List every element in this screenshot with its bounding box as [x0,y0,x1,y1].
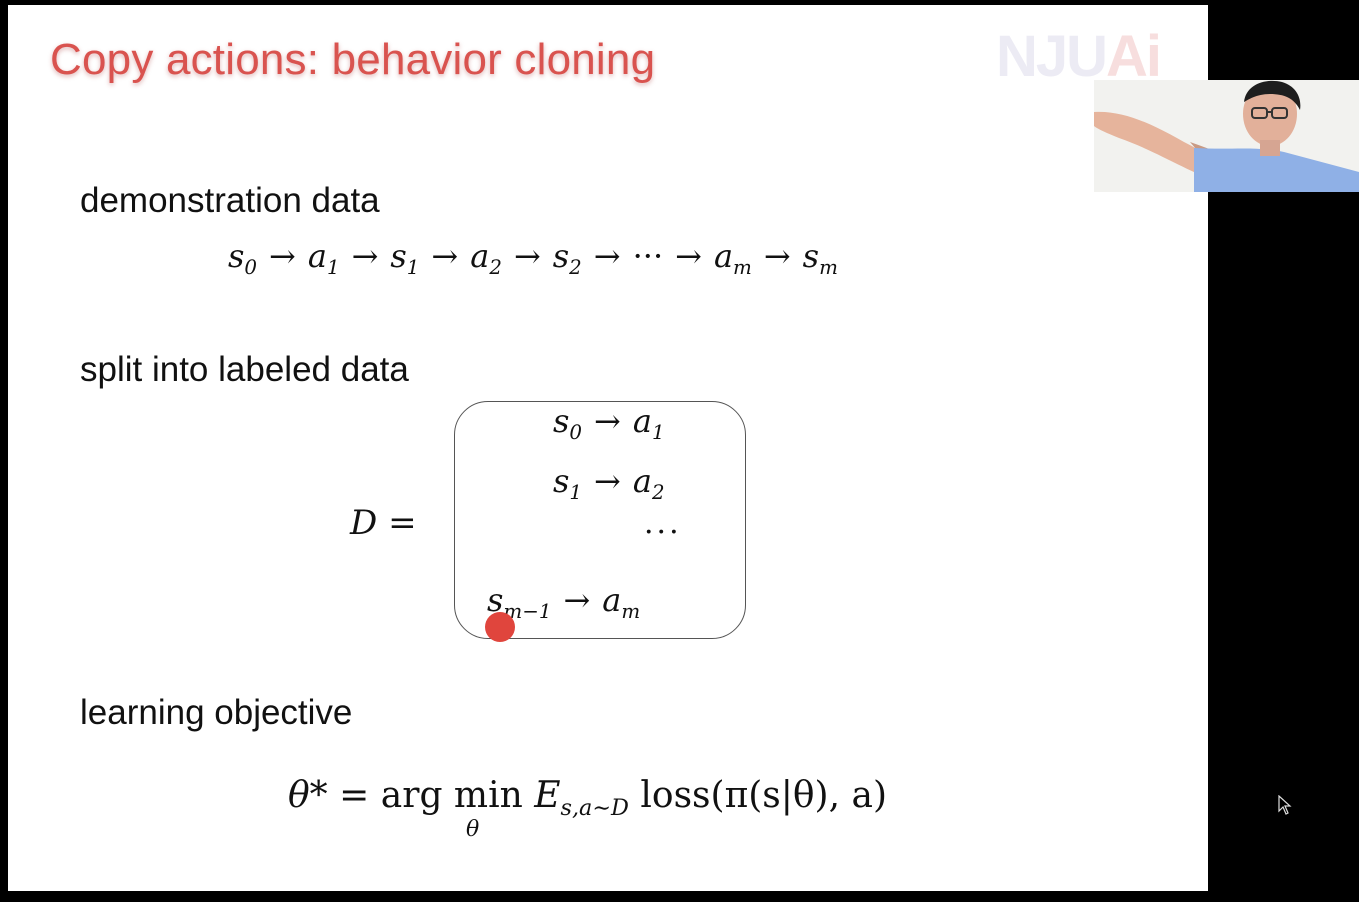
chain-term: s2 [552,237,582,279]
demonstration-heading: demonstration data [80,181,380,220]
arrow-right-icon: → [269,237,296,275]
arrow-right-icon: → [563,581,591,619]
demonstration-chain: s0 → a1 → s1 → a2 → s2 → ··· → am → sm [228,237,838,279]
objective-argmin: arg min [380,775,523,816]
logo-text: NJU [996,24,1108,89]
arrow-right-icon: → [594,462,621,500]
webcam-video [1094,80,1359,192]
slide: Copy actions: behavior cloning NJUAi dem… [8,5,1208,891]
objective-eq: = [339,775,370,816]
dataset-ellipsis: ··· [644,515,682,550]
chain-term: a2 [470,237,502,279]
dataset-pair: s1 → a2 [553,462,665,504]
objective-heading: learning objective [80,693,353,732]
objective-expectation-subscript: s,a∼D [560,794,629,821]
chain-term: s0 [228,237,258,279]
chain-term: sm [802,237,838,279]
objective-argmin-subscript: θ [466,817,480,842]
dataset-label: D = [350,503,417,543]
chain-term: s1 [390,237,420,279]
arrow-right-icon: → [594,402,621,440]
objective-expectation: E [534,775,561,816]
laser-pointer-icon [485,612,515,642]
arrow-right-icon: → [763,237,791,275]
split-heading: split into labeled data [80,350,409,389]
chain-ellipsis: ··· [632,237,664,275]
objective-lhs: θ* [288,775,328,816]
dataset-pair: s0 → a1 [553,402,665,444]
arrow-right-icon: → [431,237,459,275]
arrow-right-icon: → [593,237,621,275]
mouse-cursor-icon [1278,794,1292,821]
slide-title: Copy actions: behavior cloning [50,35,656,84]
objective-formula: θ* = arg min θ Es,a∼D loss(π(s|θ), a) [288,775,887,842]
arrow-right-icon: → [675,237,702,275]
arrow-right-icon: → [351,237,379,275]
chain-term: am [713,237,752,279]
arrow-right-icon: → [513,237,541,275]
objective-loss: loss(π(s|θ), a) [640,775,887,816]
chain-term: a1 [307,237,340,279]
